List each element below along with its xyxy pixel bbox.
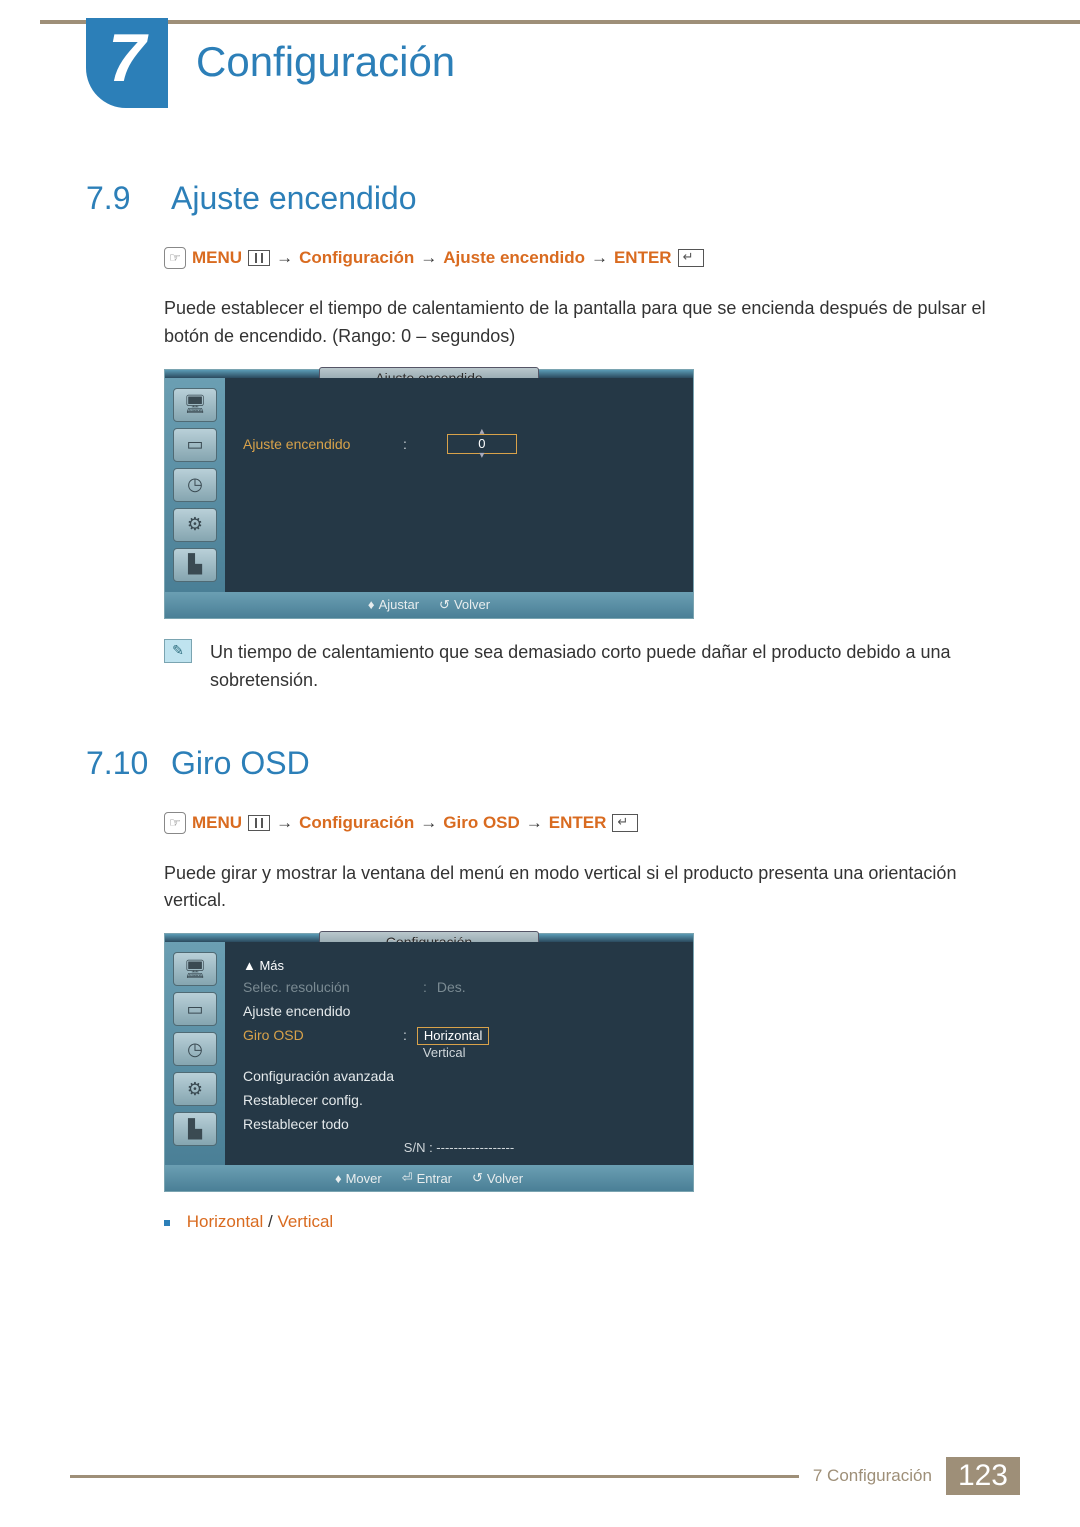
section-heading-7-10: 7.10Giro OSD <box>86 745 996 782</box>
hand-icon: ☞ <box>164 247 186 269</box>
enter-label: ENTER <box>614 248 672 268</box>
footer-rule <box>70 1475 799 1478</box>
osd-icon-input[interactable]: ▭ <box>173 428 217 462</box>
path-ajuste: Ajuste encendido <box>443 248 585 268</box>
menu-path: ☞ MENU → Configuración → Ajuste encendid… <box>164 247 996 269</box>
arrow-icon: → <box>276 248 293 268</box>
path-config: Configuración <box>299 813 414 833</box>
osd-value-selec: Des. <box>437 979 466 995</box>
arrow-icon: → <box>591 248 608 268</box>
arrow-icon: → <box>420 248 437 268</box>
osd-sn: S/N : ------------------ <box>243 1140 675 1155</box>
footer-page-number: 123 <box>946 1457 1020 1495</box>
osd-icon-info[interactable]: ▙ <box>173 548 217 582</box>
footer-section: 7 Configuración <box>799 1466 946 1486</box>
arrow-icon: → <box>526 813 543 833</box>
osd-icon-monitor[interactable]: 🖥 <box>173 388 217 422</box>
osd-footer-return: ↺ Volver <box>439 597 490 613</box>
note-icon: ✎ <box>164 639 192 663</box>
osd-footer-move: ♦ Mover <box>335 1171 382 1186</box>
arrow-icon: → <box>276 813 293 833</box>
section-title: Ajuste encendido <box>171 180 417 216</box>
enter-label: ENTER <box>549 813 607 833</box>
chapter-title: Configuración <box>196 38 455 86</box>
osd-sidebar: 🖥 ▭ ◷ ⚙ ▙ <box>165 378 225 592</box>
osd-item-ajuste[interactable]: Ajuste encendido <box>243 1003 413 1019</box>
menu-icon <box>248 250 270 266</box>
option-vertical: Vertical <box>277 1212 333 1231</box>
osd-icon-input[interactable]: ▭ <box>173 992 217 1026</box>
osd-option-vertical[interactable]: Vertical <box>417 1045 490 1060</box>
option-sep: / <box>263 1212 277 1231</box>
osd-icon-timer[interactable]: ◷ <box>173 468 217 502</box>
osd-item-avanzada[interactable]: Configuración avanzada <box>243 1068 413 1084</box>
osd-footer-return: ↺ Volver <box>472 1170 523 1186</box>
bullet-icon <box>164 1220 170 1226</box>
osd-item-restablecer-todo[interactable]: Restablecer todo <box>243 1116 413 1132</box>
section-body: Puede girar y mostrar la ventana del men… <box>164 860 996 916</box>
chapter-number-tab: 7 <box>86 18 168 108</box>
osd-footer-adjust: ♦ Ajustar <box>368 597 419 612</box>
header-rule <box>40 20 1080 24</box>
osd-icon-monitor[interactable]: 🖥 <box>173 952 217 986</box>
osd-panel-config: Configuración 🖥 ▭ ◷ ⚙ ▙ ▲ Más Selec. res… <box>164 933 694 1192</box>
osd-value-stepper[interactable]: 0 <box>447 434 517 454</box>
enter-icon <box>678 249 704 267</box>
note-text: Un tiempo de calentamiento que sea demas… <box>210 639 996 695</box>
osd-icon-gear[interactable]: ⚙ <box>173 508 217 542</box>
osd-icon-timer[interactable]: ◷ <box>173 1032 217 1066</box>
option-horizontal: Horizontal <box>187 1212 264 1231</box>
bullet-options: Horizontal / Vertical <box>164 1212 996 1232</box>
osd-footer: ♦ Mover ⏎ Entrar ↺ Volver <box>165 1165 693 1191</box>
osd-item-giro[interactable]: Giro OSD <box>243 1027 393 1043</box>
osd-footer: ♦ Ajustar ↺ Volver <box>165 592 693 618</box>
menu-icon <box>248 815 270 831</box>
osd-option-horizontal[interactable]: Horizontal <box>417 1027 490 1045</box>
osd-sidebar: 🖥 ▭ ◷ ⚙ ▙ <box>165 942 225 1165</box>
section-title: Giro OSD <box>171 745 310 781</box>
arrow-icon: → <box>420 813 437 833</box>
path-config: Configuración <box>299 248 414 268</box>
osd-colon: : <box>403 436 407 452</box>
osd-more[interactable]: ▲ Más <box>243 958 675 973</box>
page-footer: 7 Configuración 123 <box>0 1457 1080 1495</box>
section-heading-7-9: 7.9Ajuste encendido <box>86 180 996 217</box>
osd-icon-gear[interactable]: ⚙ <box>173 1072 217 1106</box>
osd-panel-ajuste: Ajuste encendido 🖥 ▭ ◷ ⚙ ▙ Ajuste encend… <box>164 369 694 619</box>
osd-row-label: Ajuste encendido <box>243 436 393 452</box>
osd-footer-enter: ⏎ Entrar <box>402 1170 452 1186</box>
hand-icon: ☞ <box>164 812 186 834</box>
note: ✎ Un tiempo de calentamiento que sea dem… <box>164 639 996 695</box>
osd-icon-info[interactable]: ▙ <box>173 1112 217 1146</box>
osd-item-selec: Selec. resolución <box>243 979 413 995</box>
menu-path: ☞ MENU → Configuración → Giro OSD → ENTE… <box>164 812 996 834</box>
section-body: Puede establecer el tiempo de calentamie… <box>164 295 996 351</box>
osd-item-restablecer[interactable]: Restablecer config. <box>243 1092 413 1108</box>
menu-label: MENU <box>192 248 242 268</box>
menu-label: MENU <box>192 813 242 833</box>
path-giro: Giro OSD <box>443 813 520 833</box>
section-number: 7.9 <box>86 180 171 217</box>
enter-icon <box>612 814 638 832</box>
section-number: 7.10 <box>86 745 171 782</box>
